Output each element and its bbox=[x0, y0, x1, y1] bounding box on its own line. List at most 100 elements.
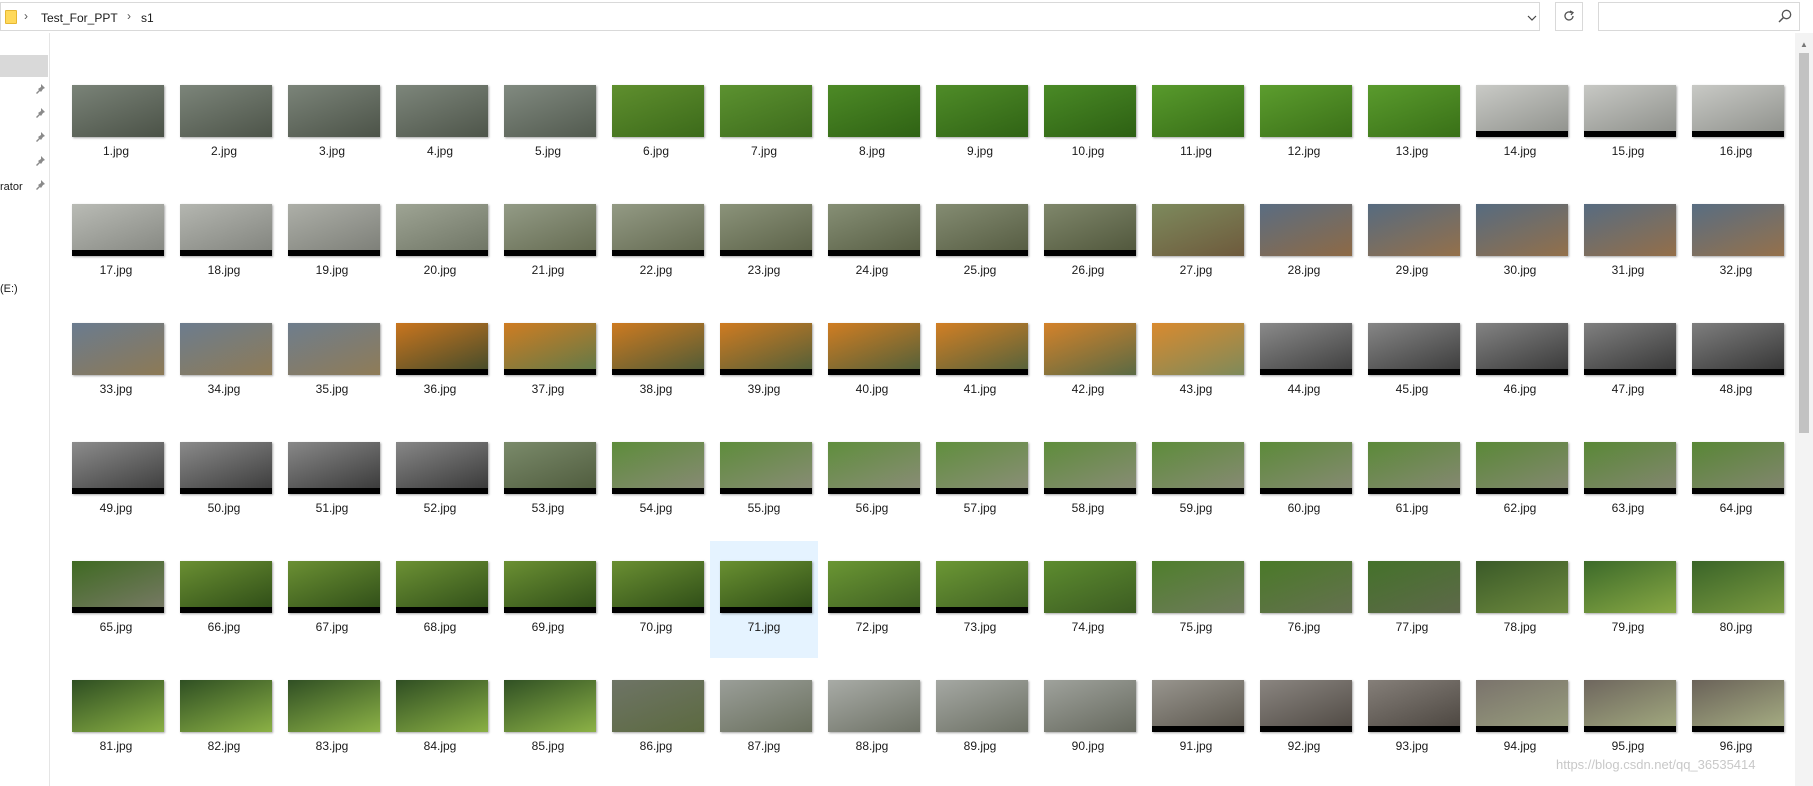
image-thumbnail[interactable] bbox=[720, 85, 812, 137]
file-tile[interactable]: 65.jpg bbox=[62, 541, 170, 658]
file-tile[interactable]: 45.jpg bbox=[1358, 303, 1466, 420]
image-thumbnail[interactable] bbox=[504, 680, 596, 732]
file-name[interactable]: 92.jpg bbox=[1250, 739, 1358, 753]
image-thumbnail[interactable] bbox=[288, 442, 380, 494]
file-name[interactable]: 27.jpg bbox=[1142, 263, 1250, 277]
image-thumbnail[interactable] bbox=[1152, 323, 1244, 375]
pin-icon[interactable] bbox=[35, 179, 46, 190]
file-name[interactable]: 90.jpg bbox=[1034, 739, 1142, 753]
file-tile[interactable]: 78.jpg bbox=[1466, 541, 1574, 658]
file-name[interactable]: 72.jpg bbox=[818, 620, 926, 634]
file-tile[interactable]: 16.jpg bbox=[1682, 65, 1790, 182]
file-name[interactable]: 55.jpg bbox=[710, 501, 818, 515]
pin-icon[interactable] bbox=[35, 107, 46, 118]
image-thumbnail[interactable] bbox=[288, 85, 380, 137]
file-name[interactable]: 28.jpg bbox=[1250, 263, 1358, 277]
file-name[interactable]: 30.jpg bbox=[1466, 263, 1574, 277]
file-name[interactable]: 88.jpg bbox=[818, 739, 926, 753]
file-tile[interactable]: 36.jpg bbox=[386, 303, 494, 420]
file-tile[interactable]: 48.jpg bbox=[1682, 303, 1790, 420]
image-thumbnail[interactable] bbox=[504, 561, 596, 613]
file-name[interactable]: 53.jpg bbox=[494, 501, 602, 515]
file-name[interactable]: 2.jpg bbox=[170, 144, 278, 158]
file-tile[interactable]: 31.jpg bbox=[1574, 184, 1682, 301]
image-thumbnail[interactable] bbox=[396, 85, 488, 137]
file-tile[interactable]: 30.jpg bbox=[1466, 184, 1574, 301]
file-tile[interactable]: 77.jpg bbox=[1358, 541, 1466, 658]
image-thumbnail[interactable] bbox=[828, 442, 920, 494]
image-thumbnail[interactable] bbox=[1692, 442, 1784, 494]
image-thumbnail[interactable] bbox=[828, 323, 920, 375]
scrollbar-thumb[interactable] bbox=[1799, 53, 1809, 433]
file-name[interactable]: 26.jpg bbox=[1034, 263, 1142, 277]
file-name[interactable]: 80.jpg bbox=[1682, 620, 1790, 634]
image-thumbnail[interactable] bbox=[72, 442, 164, 494]
file-name[interactable]: 8.jpg bbox=[818, 144, 926, 158]
file-tile[interactable]: 62.jpg bbox=[1466, 422, 1574, 539]
file-tile[interactable]: 80.jpg bbox=[1682, 541, 1790, 658]
file-tile[interactable]: 44.jpg bbox=[1250, 303, 1358, 420]
file-tile[interactable]: 84.jpg bbox=[386, 660, 494, 777]
file-name[interactable]: 51.jpg bbox=[278, 501, 386, 515]
file-tile[interactable]: 69.jpg bbox=[494, 541, 602, 658]
file-tile[interactable]: 34.jpg bbox=[170, 303, 278, 420]
image-thumbnail[interactable] bbox=[1044, 323, 1136, 375]
search-icon[interactable] bbox=[1777, 8, 1793, 24]
image-thumbnail[interactable] bbox=[1692, 323, 1784, 375]
file-tile[interactable]: 7.jpg bbox=[710, 65, 818, 182]
file-tile[interactable]: 58.jpg bbox=[1034, 422, 1142, 539]
file-tile[interactable]: 63.jpg bbox=[1574, 422, 1682, 539]
file-tile[interactable]: 59.jpg bbox=[1142, 422, 1250, 539]
file-name[interactable]: 56.jpg bbox=[818, 501, 926, 515]
file-name[interactable]: 24.jpg bbox=[818, 263, 926, 277]
image-thumbnail[interactable] bbox=[720, 442, 812, 494]
file-name[interactable]: 65.jpg bbox=[62, 620, 170, 634]
nav-item-administrator[interactable]: rator bbox=[0, 181, 23, 193]
image-thumbnail[interactable] bbox=[1476, 680, 1568, 732]
file-name[interactable]: 15.jpg bbox=[1574, 144, 1682, 158]
image-thumbnail[interactable] bbox=[1260, 85, 1352, 137]
file-name[interactable]: 75.jpg bbox=[1142, 620, 1250, 634]
file-tile[interactable]: 26.jpg bbox=[1034, 184, 1142, 301]
file-name[interactable]: 37.jpg bbox=[494, 382, 602, 396]
file-tile[interactable]: 40.jpg bbox=[818, 303, 926, 420]
file-name[interactable]: 58.jpg bbox=[1034, 501, 1142, 515]
file-name[interactable]: 31.jpg bbox=[1574, 263, 1682, 277]
file-name[interactable]: 67.jpg bbox=[278, 620, 386, 634]
file-name[interactable]: 21.jpg bbox=[494, 263, 602, 277]
image-thumbnail[interactable] bbox=[936, 442, 1028, 494]
file-name[interactable]: 39.jpg bbox=[710, 382, 818, 396]
image-thumbnail[interactable] bbox=[72, 85, 164, 137]
file-name[interactable]: 11.jpg bbox=[1142, 144, 1250, 158]
file-name[interactable]: 48.jpg bbox=[1682, 382, 1790, 396]
image-thumbnail[interactable] bbox=[612, 680, 704, 732]
file-tile[interactable]: 35.jpg bbox=[278, 303, 386, 420]
image-thumbnail[interactable] bbox=[1152, 680, 1244, 732]
file-tile[interactable]: 93.jpg bbox=[1358, 660, 1466, 777]
image-thumbnail[interactable] bbox=[396, 204, 488, 256]
image-thumbnail[interactable] bbox=[504, 85, 596, 137]
file-name[interactable]: 34.jpg bbox=[170, 382, 278, 396]
file-name[interactable]: 79.jpg bbox=[1574, 620, 1682, 634]
image-thumbnail[interactable] bbox=[288, 680, 380, 732]
file-name[interactable]: 5.jpg bbox=[494, 144, 602, 158]
file-name[interactable]: 52.jpg bbox=[386, 501, 494, 515]
image-thumbnail[interactable] bbox=[936, 561, 1028, 613]
file-tile[interactable]: 38.jpg bbox=[602, 303, 710, 420]
image-thumbnail[interactable] bbox=[1368, 680, 1460, 732]
file-tile[interactable]: 24.jpg bbox=[818, 184, 926, 301]
file-tile[interactable]: 53.jpg bbox=[494, 422, 602, 539]
file-tile[interactable]: 88.jpg bbox=[818, 660, 926, 777]
file-name[interactable]: 78.jpg bbox=[1466, 620, 1574, 634]
file-tile[interactable]: 82.jpg bbox=[170, 660, 278, 777]
file-tile[interactable]: 39.jpg bbox=[710, 303, 818, 420]
file-tile[interactable]: 4.jpg bbox=[386, 65, 494, 182]
file-name[interactable]: 93.jpg bbox=[1358, 739, 1466, 753]
file-name[interactable]: 49.jpg bbox=[62, 501, 170, 515]
file-name[interactable]: 36.jpg bbox=[386, 382, 494, 396]
file-tile[interactable]: 60.jpg bbox=[1250, 422, 1358, 539]
image-thumbnail[interactable] bbox=[1368, 561, 1460, 613]
image-thumbnail[interactable] bbox=[612, 323, 704, 375]
image-thumbnail[interactable] bbox=[1260, 204, 1352, 256]
file-tile[interactable]: 46.jpg bbox=[1466, 303, 1574, 420]
